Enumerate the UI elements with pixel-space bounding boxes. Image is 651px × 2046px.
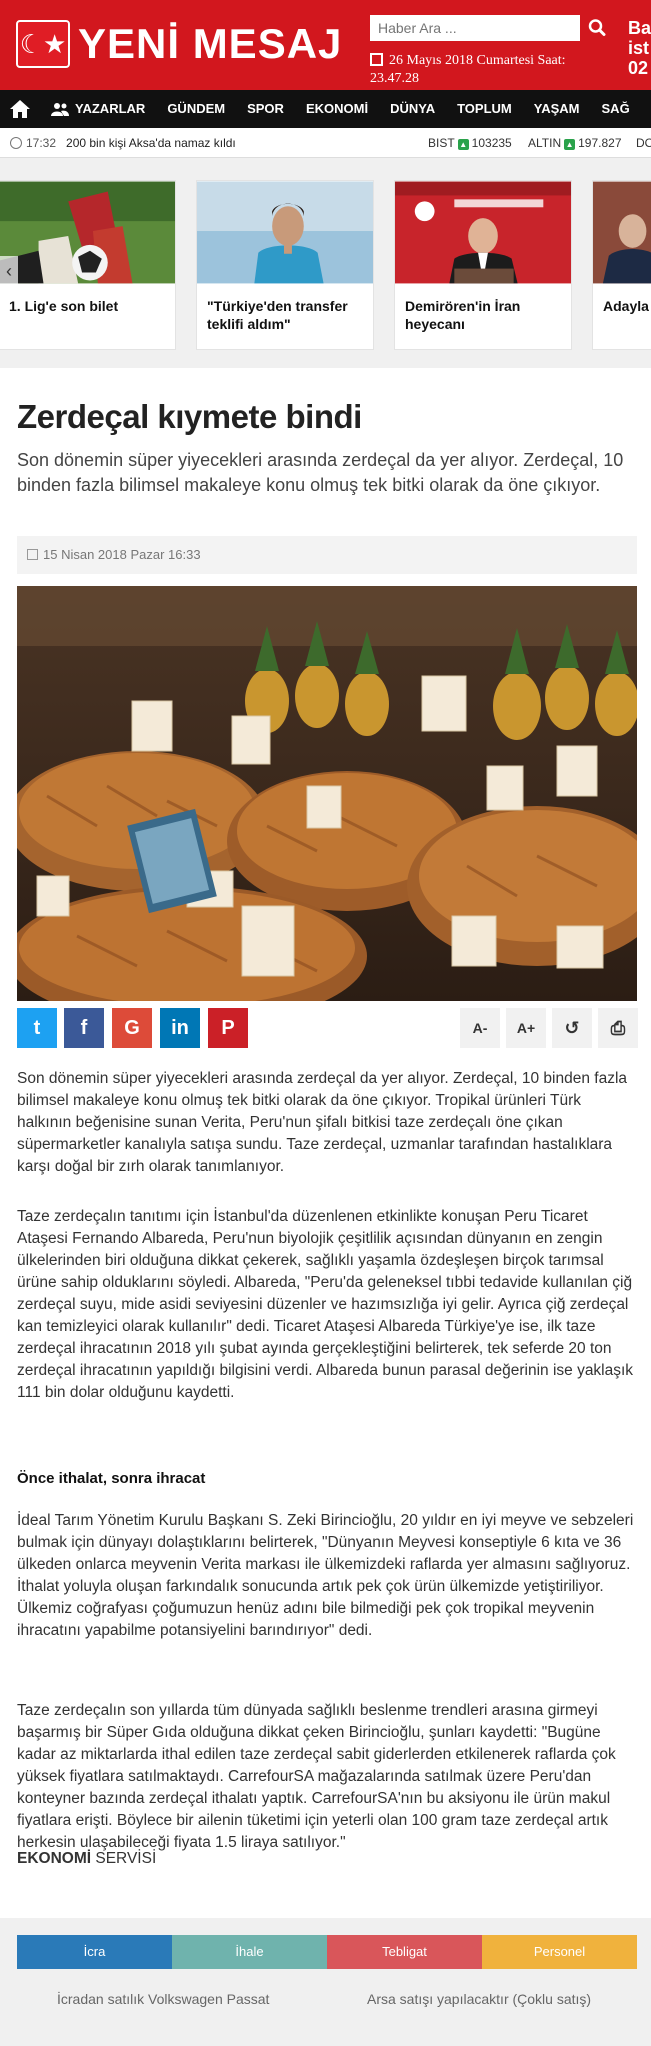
classified-item[interactable]: Arsa satışı yapılacaktır (Çoklu satış) (367, 1991, 591, 2007)
source-service: SERVİSİ (95, 1850, 157, 1867)
article-hero-image (17, 586, 637, 1001)
page-root: ☾★ YENİ MESAJ 26 Mayıs 2018 Cumartesi Sa… (0, 0, 651, 2046)
card-image (593, 181, 651, 284)
arrow-up-icon: ▲ (457, 138, 469, 150)
share-linkedin-button[interactable]: in (160, 1008, 200, 1048)
font-decrease-button[interactable]: A- (460, 1008, 500, 1048)
pinterest-icon: P (221, 1016, 235, 1039)
slider-card[interactable]: Adayla kullan (592, 180, 651, 350)
weather-line-2: ist (628, 38, 650, 58)
article-lead: Son dönemin süper yiyecekleri arasında z… (17, 450, 624, 495)
print-icon: ⎙ (610, 1017, 626, 1038)
font-decrease-icon: A- (472, 1020, 488, 1036)
card-caption: "Türkiye'den transfer teklifi aldım" (207, 298, 348, 332)
article-paragraph: Taze zerdeçalın tanıtımı için İstanbul'd… (17, 1208, 634, 1401)
clock-icon (10, 136, 22, 149)
classifieds-list: İcradan satılık Volkswagen Passat Arsa s… (17, 1985, 637, 2015)
font-increase-button[interactable]: A+ (506, 1008, 546, 1048)
current-date: 26 Mayıs 2018 Cumartesi Saat: 23.47.28 (370, 52, 580, 88)
site-logo[interactable]: ☾★ YENİ MESAJ (16, 20, 342, 68)
article-paragraph: İdeal Tarım Yönetim Kurulu Başkanı S. Ze… (17, 1512, 634, 1639)
google-icon: G (124, 1016, 140, 1039)
article-subheading: Önce ithalat, sonra ihracat (17, 1470, 206, 1487)
share-pinterest-button[interactable]: P (208, 1008, 248, 1048)
slider-prev-button[interactable]: ‹ (0, 256, 18, 286)
reset-icon: ↺ (564, 1017, 580, 1038)
calendar-icon (27, 549, 38, 560)
card-caption: Adayla kullan (603, 298, 651, 314)
share-facebook-button[interactable]: f (64, 1008, 104, 1048)
article: Zerdeçal kıymete bindi Son dönemin süper… (0, 368, 651, 1918)
card-image (0, 181, 175, 284)
classified-item[interactable]: İcradan satılık Volkswagen Passat (57, 1991, 269, 2007)
slider-card[interactable]: 1. Lig'e son bilet (0, 180, 176, 350)
altin-label: ALTIN (528, 135, 562, 150)
share-twitter-button[interactable]: t (17, 1008, 57, 1048)
weather-line-1: Ba (628, 18, 651, 38)
weather-widget[interactable]: Ba ist 02 (628, 18, 651, 78)
card-image (197, 181, 373, 284)
nav-item-toplum[interactable]: TOPLUM (446, 90, 523, 128)
logo-text: YENİ MESAJ (78, 20, 343, 67)
twitter-icon: t (33, 1016, 41, 1039)
nav-item-gundem[interactable]: GÜNDEM (156, 90, 236, 128)
ticker-headline[interactable]: 200 bin kişi Aksa'da namaz kıldı (66, 136, 236, 150)
altin-value: 197.827 (578, 135, 622, 150)
market-dolar: DO (636, 135, 651, 150)
headline-slider: 1. Lig'e son bilet "Türkiye'den transfer… (0, 170, 651, 350)
share-google-button[interactable]: G (112, 1008, 152, 1048)
chevron-left-icon: ‹ (6, 260, 12, 281)
ticker-time: 17:32 (26, 135, 57, 150)
linkedin-icon: in (171, 1016, 189, 1039)
card-caption: Demirören'in İran heyecanı (405, 298, 521, 332)
market-altin: ALTIN ▲ 197.827 (528, 136, 622, 150)
date-text: 26 Mayıs 2018 Cumartesi Saat: 23.47.28 (370, 53, 566, 86)
arrow-up-icon: ▲ (564, 138, 576, 150)
nav-item-yazarlar[interactable]: YAZARLAR (40, 90, 156, 128)
article-paragraph: Son dönemin süper yiyecekleri arasında z… (17, 1070, 628, 1175)
nav-label: YAZARLAR (75, 101, 146, 116)
weather-line-3: 02 (628, 58, 649, 78)
calendar-icon (370, 53, 383, 66)
nav-item-spor[interactable]: SPOR (236, 90, 295, 128)
nav-item-ekonomi[interactable]: EKONOMİ (295, 90, 379, 128)
reset-font-button[interactable]: ↺ (552, 1008, 592, 1048)
classifieds-tabs: İcra İhale Tebligat Personel (17, 1935, 637, 1969)
article-date: 15 Nisan 2018 Pazar 16:33 (17, 536, 637, 574)
article-date-text: 15 Nisan 2018 Pazar 16:33 (43, 547, 201, 562)
article-title: Zerdeçal kıymete bindi (17, 398, 362, 435)
bist-value: 103235 (471, 135, 512, 150)
search-input[interactable] (370, 15, 580, 41)
search-icon (588, 19, 606, 36)
search-button[interactable] (588, 15, 608, 41)
tab-ihale[interactable]: İhale (172, 1935, 327, 1969)
print-button[interactable]: ⎙ (598, 1008, 638, 1048)
article-paragraph: Taze zerdeçalın son yıllarda tüm dünyada… (17, 1702, 616, 1851)
header: ☾★ YENİ MESAJ 26 Mayıs 2018 Cumartesi Sa… (0, 0, 651, 90)
card-image (395, 181, 571, 284)
tab-tebligat[interactable]: Tebligat (327, 1935, 482, 1969)
nav-item-dunya[interactable]: DÜNYA (379, 90, 446, 128)
facebook-icon: f (80, 1016, 88, 1039)
crescent-star-icon: ☾★ (16, 20, 70, 68)
bist-label: BIST (428, 135, 455, 150)
card-caption: 1. Lig'e son bilet (9, 298, 119, 314)
tab-personel[interactable]: Personel (482, 1935, 637, 1969)
home-icon (10, 100, 30, 118)
nav-item-saglik[interactable]: SAĞ (591, 90, 641, 128)
home-button[interactable] (0, 90, 40, 128)
font-increase-icon: A+ (516, 1020, 536, 1036)
news-ticker: 17:32 200 bin kişi Aksa'da namaz kıldı B… (0, 128, 651, 158)
source-category: EKONOMİ (17, 1850, 92, 1867)
tab-icra[interactable]: İcra (17, 1935, 172, 1969)
market-bist: BIST ▲ 103235 (428, 136, 512, 150)
slider-card[interactable]: Demirören'in İran heyecanı (394, 180, 572, 350)
nav-item-yasam[interactable]: YAŞAM (523, 90, 591, 128)
main-nav: YAZARLAR GÜNDEM SPOR EKONOMİ DÜNYA TOPLU… (0, 90, 651, 128)
slider-card[interactable]: "Türkiye'den transfer teklifi aldım" (196, 180, 374, 350)
users-icon (51, 103, 69, 116)
article-source: EKONOMİ SERVİSİ (17, 1848, 637, 1870)
